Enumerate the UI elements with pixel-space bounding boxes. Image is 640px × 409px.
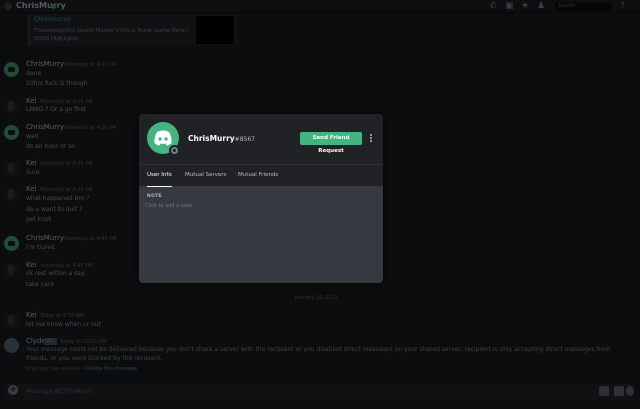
avatar[interactable] <box>4 263 19 278</box>
discord-logo-icon <box>154 130 172 146</box>
message-author[interactable]: Kei <box>26 97 37 105</box>
message-text: LMAO ? Or a go first <box>26 106 87 113</box>
clyde-avatar[interactable] <box>4 338 19 353</box>
message-text: wait <box>26 133 39 140</box>
message-author[interactable]: ChrisMurry <box>26 60 64 68</box>
embed-provider[interactable]: Chrismurray <box>34 16 71 23</box>
message-input[interactable]: Message @ChrisMurry <box>26 388 93 395</box>
bot-tag: BOT <box>44 338 58 345</box>
at-icon: @ <box>4 1 12 10</box>
message-timestamp: Yesterday at 4:15 PM <box>40 99 93 105</box>
user-profile-modal: ChrisMurry#8567 Send Friend Request User… <box>139 114 383 283</box>
offline-status-icon <box>169 145 180 156</box>
call-icon[interactable]: ✆ <box>489 1 497 12</box>
message-author[interactable]: Kei <box>26 185 37 193</box>
message-text: what happened bro ? <box>26 195 90 202</box>
message-text: done <box>26 70 41 77</box>
profile-header: ChrisMurry#8567 Send Friend Request <box>139 114 383 164</box>
message-author[interactable]: Kei <box>26 261 37 269</box>
online-status-dot <box>51 4 56 9</box>
emoji-icon[interactable] <box>626 386 634 396</box>
message-author[interactable]: ChrisMurry <box>26 123 64 131</box>
top-bar: @ ChrisMurry ✆ ▣ ★ ♟ Search ? <box>0 0 640 13</box>
note-label: NOTE <box>147 194 162 199</box>
help-icon[interactable]: ? <box>620 1 625 12</box>
avatar[interactable] <box>4 313 19 328</box>
message-author[interactable]: Kei <box>26 311 37 319</box>
date-divider: January 14, 2021 <box>295 295 338 301</box>
message-timestamp: Yesterday at 4:40 PM <box>64 236 117 242</box>
message-text: 10hrs fuck is though <box>26 80 88 87</box>
message-timestamp: Yesterday at 4:45 PM <box>40 263 93 269</box>
message-text: i'm tiured <box>26 244 55 251</box>
embed-description: Thatsdelightful Grand Master's Gill & Tr… <box>34 28 189 42</box>
clyde-note: Only you can see this • Delete this mess… <box>26 366 137 372</box>
tab-user-info[interactable]: User Info <box>147 172 172 187</box>
channel-name: ChrisMurry <box>16 1 66 10</box>
avatar[interactable] <box>4 236 19 251</box>
message-timestamp: Today at 9:58 AM <box>40 313 84 319</box>
add-friend-icon[interactable]: ♟ <box>537 1 545 12</box>
gift-icon[interactable] <box>599 386 609 396</box>
search-input[interactable]: Search <box>555 2 612 11</box>
more-options-icon[interactable] <box>368 133 374 145</box>
plus-icon[interactable]: + <box>8 385 18 395</box>
video-icon[interactable]: ▣ <box>505 1 514 12</box>
tab-mutual-servers[interactable]: Mutual Servers <box>185 172 226 187</box>
message-author[interactable]: ChrisMurry <box>26 234 64 242</box>
message-timestamp: Yesterday at 4:12 PM <box>64 62 117 68</box>
message-timestamp: Yesterday at 4:20 PM <box>64 125 117 131</box>
avatar[interactable] <box>4 99 19 114</box>
message-text: Sure <box>26 169 40 176</box>
profile-tabs: User Info Mutual Servers Mutual Friends <box>139 164 383 187</box>
message-text: ok rest within a say... <box>26 270 90 277</box>
pin-icon[interactable]: ★ <box>521 1 529 12</box>
message-text: let me know when ur out <box>26 321 101 328</box>
clyde-message-text: Your message could not be delivered beca… <box>26 346 611 362</box>
avatar[interactable] <box>4 187 19 202</box>
avatar[interactable] <box>4 161 19 176</box>
discriminator: #8567 <box>234 136 255 143</box>
message-author[interactable]: Kei <box>26 159 37 167</box>
delete-message-link[interactable]: Delete this message <box>86 366 137 372</box>
message-text: its an hour or so <box>26 143 75 150</box>
gif-icon[interactable] <box>614 386 624 396</box>
avatar[interactable] <box>4 62 19 77</box>
send-friend-request-button[interactable]: Send Friend Request <box>300 132 362 154</box>
link-embed: Chrismurray Thatsdelightful Grand Master… <box>28 14 238 46</box>
message-text: get knot <box>26 216 52 223</box>
message-text: take care <box>26 281 54 288</box>
profile-username: ChrisMurry#8567 <box>188 134 255 143</box>
message-composer[interactable]: + Message @ChrisMurry <box>4 383 634 401</box>
avatar[interactable] <box>4 125 19 140</box>
message-timestamp: Yesterday at 4:25 PM <box>40 161 93 167</box>
clyde-note-text: Only you can see this • <box>26 366 85 372</box>
username-text: ChrisMurry <box>188 134 235 143</box>
embed-thumbnail[interactable] <box>196 16 234 44</box>
tab-mutual-friends[interactable]: Mutual Friends <box>238 172 278 187</box>
message-author[interactable]: Clyde <box>26 337 46 345</box>
message-text: do u want to quit ? <box>26 206 83 213</box>
message-timestamp: Yesterday at 4:30 PM <box>40 187 93 193</box>
note-input[interactable] <box>145 201 375 211</box>
